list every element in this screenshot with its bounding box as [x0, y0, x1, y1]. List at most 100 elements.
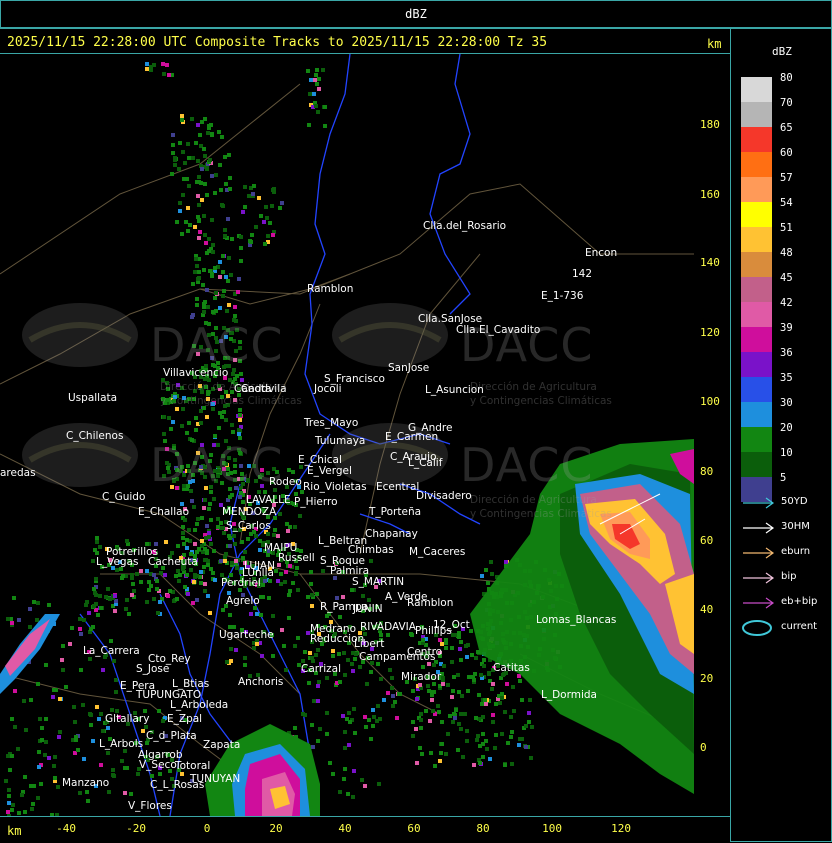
swatch-value: 45	[780, 272, 793, 284]
place-label: LAVALLE	[246, 494, 291, 506]
info-bar: 2025/11/15 22:28:00 UTC Composite Tracks…	[0, 28, 730, 54]
place-label: 142	[572, 268, 593, 280]
swatch-value: 80	[780, 72, 793, 84]
dacc-logo-icon	[332, 303, 448, 367]
watermark-sub2: y Contingencias Climáticas	[160, 395, 302, 407]
place-label: aredas	[0, 467, 36, 479]
place-label: Clla.del_Rosario	[423, 220, 507, 232]
place-label: Gltallary	[105, 713, 150, 725]
color-swatch	[741, 402, 772, 427]
swatch-value: 70	[780, 97, 793, 109]
place-label: E_Vergel	[307, 465, 352, 477]
place-label: Caddvila	[241, 383, 287, 395]
track-arrow-icon	[743, 522, 775, 534]
y-tick-label: 60	[700, 534, 714, 547]
x-tick-label: 40	[338, 822, 352, 835]
y-tick-label: 0	[700, 741, 707, 754]
swatch-value: 60	[780, 147, 793, 159]
place-label: TUNUYAN	[190, 773, 241, 785]
y-axis	[694, 54, 730, 816]
place-label: Zapata	[203, 739, 241, 751]
color-swatch	[741, 377, 772, 402]
color-swatch	[741, 427, 772, 452]
x-tick-label: 20	[269, 822, 283, 835]
place-label: La_Carrera	[83, 645, 140, 657]
y-tick-label: 140	[700, 256, 720, 269]
swatch-value: 36	[780, 347, 793, 359]
color-swatch	[741, 77, 772, 102]
color-swatch	[741, 327, 772, 352]
place-label: Rodeo	[269, 476, 302, 488]
place-label: Libert	[354, 638, 385, 650]
place-label: JUNIN	[353, 603, 383, 615]
color-swatch	[741, 152, 772, 177]
color-swatch	[741, 202, 772, 227]
swatch-value: 65	[780, 122, 793, 134]
swatch-value: 57	[780, 172, 793, 184]
place-label: Tulumaya	[315, 435, 366, 447]
x-tick-label: 100	[542, 822, 562, 835]
place-label: S_Carlos	[226, 520, 271, 532]
place-label: Clla.El_Cavadito	[456, 324, 541, 336]
place-label: Encon	[585, 247, 618, 259]
place-label: Manzano	[62, 777, 110, 789]
top-title-bar: dBZ	[0, 0, 832, 28]
place-label: C_Guido	[102, 491, 146, 503]
place-label: Jocoli	[314, 383, 342, 395]
place-label: Rio_Violetas	[303, 481, 367, 493]
color-swatch	[741, 352, 772, 377]
track-arrow-icon	[743, 497, 775, 509]
track-label: current	[781, 621, 818, 632]
place-label: L_Dormida	[541, 689, 597, 701]
place-label: Chapanay	[365, 528, 418, 540]
swatch-value: 35	[780, 372, 793, 384]
place-label: Ugarteche	[219, 629, 274, 641]
track-label: 50YD	[781, 496, 808, 507]
place-label: V_Seco	[139, 759, 177, 771]
watermark-sub2: y Contingencias Climáticas	[470, 508, 612, 520]
swatch-value: 10	[780, 447, 793, 459]
x-axis-unit: km	[7, 824, 22, 838]
track-label: eb+bip	[781, 596, 818, 607]
place-label: MENDOZA	[222, 506, 277, 518]
swatch-value: 48	[780, 247, 793, 259]
watermark-sub1: Dirección de Agricultura	[470, 494, 597, 506]
track-arrow-icon	[743, 572, 775, 584]
y-tick-label: 40	[700, 603, 714, 616]
x-tick-label: 60	[407, 822, 421, 835]
color-swatch	[741, 227, 772, 252]
place-label: Ramblon	[407, 597, 454, 609]
swatch-value: 42	[780, 297, 793, 309]
place-label: Agrelo	[226, 595, 260, 607]
place-label: L_Arbols	[99, 738, 144, 750]
watermark-subtitle: Dirección de Agricultura y Contingencias…	[470, 493, 612, 521]
y-tick-label: 20	[700, 672, 714, 685]
place-label: Ramblon	[307, 283, 354, 295]
place-label: C_Chilenos	[66, 430, 124, 442]
place-label: Anchoris	[238, 676, 284, 688]
color-swatch	[741, 127, 772, 152]
watermark-subtitle: Dirección de Agricultura y Contingencias…	[470, 380, 612, 408]
place-label: Villavicencio	[163, 367, 229, 379]
swatch-value: 20	[780, 422, 793, 434]
place-label: S_Jose	[136, 663, 170, 675]
legend-title: dBZ	[772, 45, 792, 58]
color-swatch	[741, 302, 772, 327]
timestamp-info: 2025/11/15 22:28:00 UTC Composite Tracks…	[7, 35, 548, 50]
place-label: V_Flores	[128, 800, 172, 812]
place-label: Cacheuta	[148, 556, 198, 568]
place-label: Totoral	[175, 760, 211, 772]
dacc-logo-icon	[22, 303, 138, 367]
x-tick-label: 120	[611, 822, 631, 835]
y-axis-unit: km	[707, 37, 722, 51]
track-label: bip	[781, 571, 797, 582]
place-label: Mirador	[401, 671, 442, 683]
place-label: Catitas	[493, 662, 530, 674]
place-label: Centro	[407, 646, 443, 658]
place-label: L_Vegas	[96, 556, 139, 568]
place-label: Divisadero	[416, 490, 472, 502]
x-tick-label: 0	[203, 822, 211, 835]
place-label: T_Porteña	[369, 506, 422, 518]
watermark-sub2: y Contingencias Climáticas	[470, 395, 612, 407]
swatch-value: 5	[780, 472, 787, 484]
